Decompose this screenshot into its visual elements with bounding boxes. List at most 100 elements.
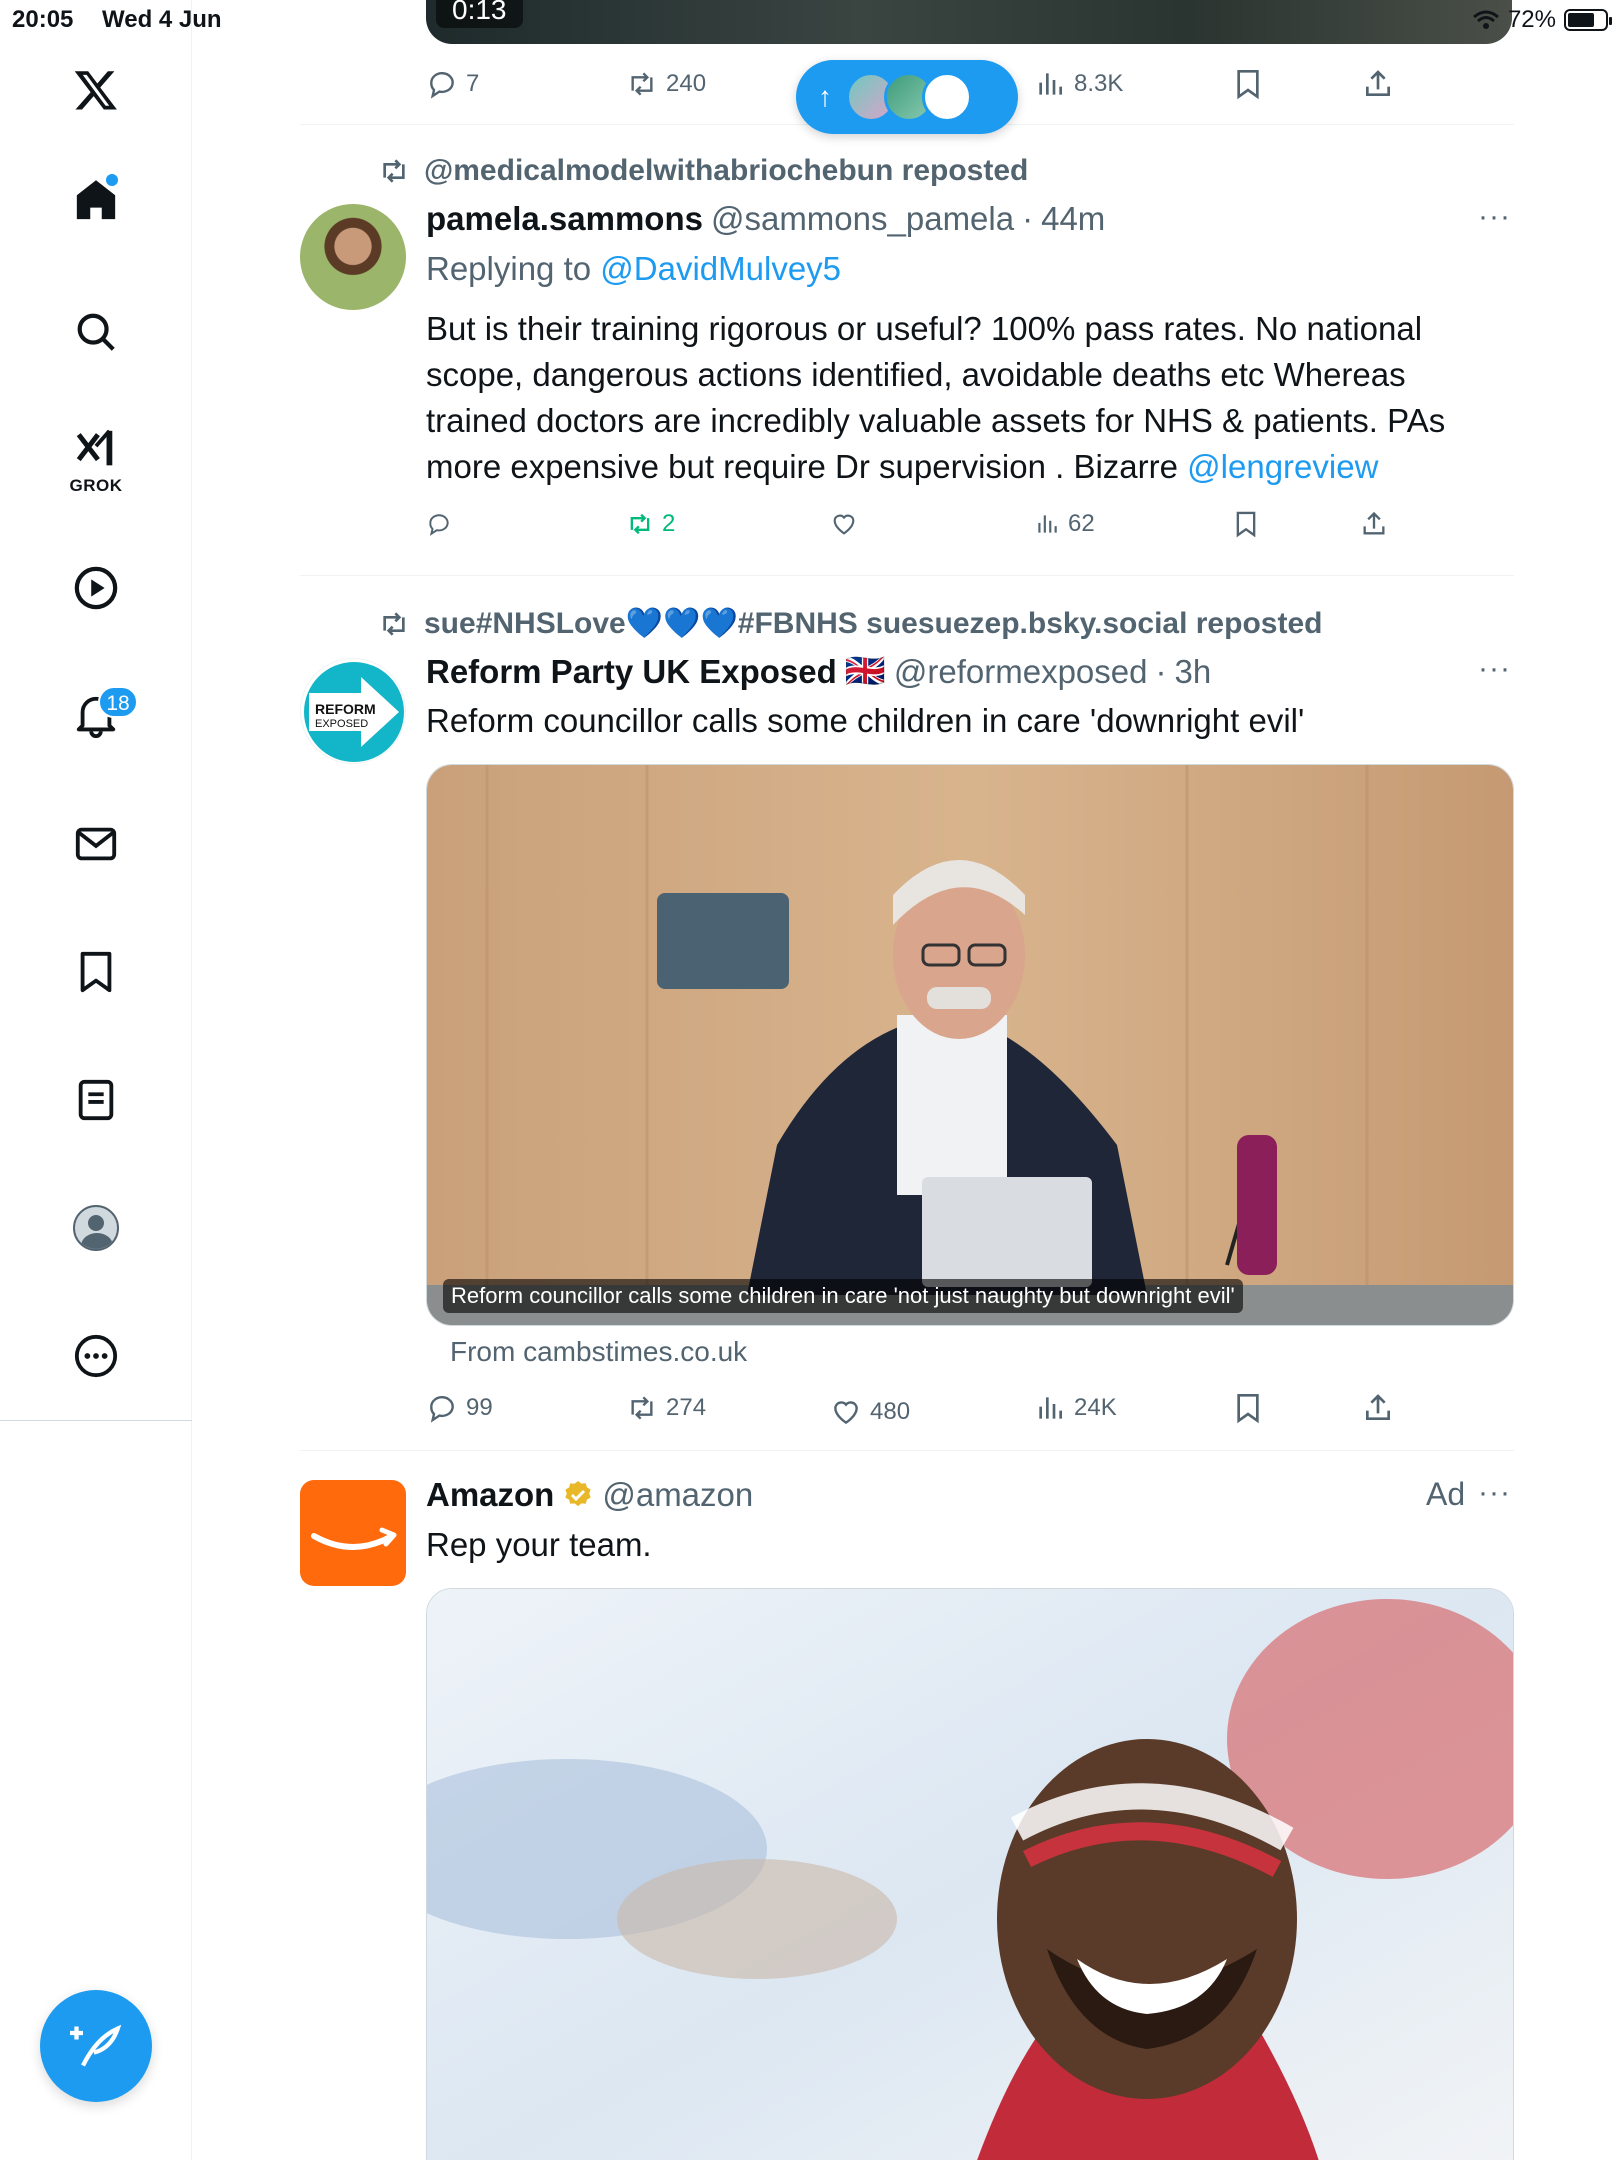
svg-text:EXPOSED: EXPOSED bbox=[315, 718, 368, 730]
compose-feather-icon bbox=[70, 2024, 122, 2067]
reply-count: 7 bbox=[466, 70, 480, 97]
new-posts-pill[interactable]: ↑ bbox=[796, 60, 1018, 134]
councillor-video-thumbnail bbox=[427, 765, 1513, 1325]
like-button[interactable] bbox=[830, 502, 866, 546]
dot-separator: · bbox=[1022, 200, 1034, 237]
verified-gold-badge-icon bbox=[565, 1481, 592, 1507]
views-button[interactable]: 24K bbox=[1034, 1386, 1117, 1430]
repost-count: 274 bbox=[666, 1394, 707, 1421]
arrow-up-icon: ↑ bbox=[818, 81, 832, 112]
more-options-icon[interactable]: ··· bbox=[1478, 200, 1514, 234]
author-name[interactable]: Reform Party UK Exposed bbox=[426, 653, 837, 691]
bookmark-icon bbox=[1237, 1394, 1259, 1424]
bookmark-icon bbox=[1236, 511, 1256, 538]
bookmark-button[interactable] bbox=[1232, 502, 1260, 546]
share-button[interactable] bbox=[1360, 502, 1388, 546]
more-options-icon[interactable]: ··· bbox=[1478, 1476, 1514, 1510]
grok-label: GROK bbox=[69, 476, 123, 495]
grok-icon bbox=[76, 429, 113, 466]
author-name[interactable]: pamela.sammons bbox=[426, 200, 703, 238]
card-source[interactable]: From cambstimes.co.uk bbox=[450, 1336, 747, 1368]
reply-button[interactable]: 7 bbox=[426, 62, 479, 106]
views-button[interactable]: 62 bbox=[1034, 502, 1095, 546]
sidebar-item-more[interactable] bbox=[56, 1316, 136, 1396]
sidebar: GROK 18 bbox=[0, 0, 192, 2160]
heart-icon bbox=[834, 1401, 858, 1425]
post-mention[interactable]: @lengreview bbox=[1187, 448, 1378, 485]
post-text: But is their training rigorous or useful… bbox=[426, 306, 1496, 490]
sidebar-item-search[interactable] bbox=[56, 292, 136, 372]
share-button[interactable] bbox=[1362, 1386, 1394, 1430]
home-unread-dot bbox=[106, 174, 118, 186]
profile-icon bbox=[73, 1205, 119, 1251]
avatar[interactable]: REFORM EXPOSED bbox=[300, 658, 406, 764]
reply-icon bbox=[430, 1396, 454, 1423]
post-media-card[interactable]: Reform councillor calls some children in… bbox=[426, 764, 1514, 1326]
reply-button[interactable]: 99 bbox=[426, 1386, 493, 1430]
sidebar-item-home[interactable] bbox=[56, 160, 136, 240]
bookmark-button[interactable] bbox=[1232, 62, 1264, 106]
post-actions: 99 274 480 24K bbox=[426, 1386, 1486, 1430]
sidebar-divider bbox=[0, 1420, 192, 1421]
reply-count: 99 bbox=[466, 1394, 493, 1421]
repost-count: 2 bbox=[662, 510, 676, 537]
author-name[interactable]: Amazon bbox=[426, 1476, 554, 1514]
ad-media[interactable] bbox=[426, 1588, 1514, 2160]
post-time[interactable]: 3h bbox=[1174, 653, 1211, 691]
battery-percent: 72% bbox=[1507, 6, 1556, 33]
post-header: pamela.sammons @sammons_pamela · 44m bbox=[426, 200, 1105, 238]
post-divider bbox=[300, 1450, 1514, 1451]
x-logo-icon[interactable] bbox=[56, 50, 136, 130]
repost-icon bbox=[383, 159, 405, 183]
replying-mention[interactable]: @DavidMulvey5 bbox=[600, 250, 841, 287]
amazon-logo-icon bbox=[311, 1527, 397, 1550]
repost-button[interactable]: 240 bbox=[626, 62, 706, 106]
sidebar-item-lists[interactable] bbox=[56, 1060, 136, 1140]
status-right: 72% bbox=[1472, 6, 1612, 34]
like-button[interactable]: 480 bbox=[830, 1390, 910, 1434]
sidebar-item-bookmarks[interactable] bbox=[56, 932, 136, 1012]
views-button[interactable]: 8.3K bbox=[1034, 62, 1123, 106]
repost-context[interactable]: sue#NHSLove💙💙💙#FBNHS suesuezep.bsky.soci… bbox=[378, 606, 1322, 641]
status-bar: 20:05 Wed 4 Jun 72% bbox=[0, 0, 1620, 40]
views-count: 8.3K bbox=[1074, 70, 1124, 97]
more-options-icon[interactable]: ··· bbox=[1478, 652, 1514, 686]
replying-prefix: Replying to bbox=[426, 250, 592, 287]
post-divider bbox=[300, 575, 1514, 576]
sidebar-item-video[interactable] bbox=[56, 548, 136, 628]
envelope-icon bbox=[75, 827, 117, 861]
battery-icon bbox=[1564, 9, 1612, 31]
post-text: Reform councillor calls some children in… bbox=[426, 702, 1305, 739]
avatar[interactable] bbox=[300, 1480, 406, 1586]
post-time[interactable]: 44m bbox=[1041, 200, 1105, 238]
post-actions: 2 62 bbox=[426, 502, 1486, 546]
heart-icon bbox=[833, 514, 855, 535]
compose-button[interactable] bbox=[40, 1990, 152, 2102]
sidebar-item-messages[interactable] bbox=[56, 804, 136, 884]
repost-icon bbox=[630, 513, 650, 535]
share-button[interactable] bbox=[1362, 62, 1394, 106]
repost-button[interactable]: 274 bbox=[626, 1386, 706, 1430]
play-icon bbox=[74, 566, 118, 610]
new-post-avatar bbox=[922, 72, 972, 122]
avatar[interactable] bbox=[300, 204, 406, 310]
repost-context[interactable]: @medicalmodelwithabriochebun reposted bbox=[378, 154, 1028, 188]
more-circle-icon bbox=[74, 1334, 118, 1378]
wifi-icon bbox=[1472, 10, 1499, 29]
repost-button[interactable]: 2 bbox=[626, 502, 675, 546]
reposted-by: @medicalmodelwithabriochebun reposted bbox=[424, 154, 1029, 187]
bookmark-icon bbox=[80, 951, 112, 993]
repost-icon bbox=[631, 72, 653, 96]
author-handle[interactable]: @sammons_pamela bbox=[711, 200, 1014, 238]
post-header: Reform Party UK Exposed 🇬🇧 @reformexpose… bbox=[426, 652, 1211, 691]
reply-button[interactable] bbox=[426, 502, 460, 546]
bookmark-button[interactable] bbox=[1232, 1386, 1264, 1430]
author-handle[interactable]: @amazon bbox=[602, 1476, 753, 1514]
notification-badge: 18 bbox=[98, 686, 138, 718]
ad-label: Ad bbox=[1426, 1476, 1466, 1512]
author-handle[interactable]: @reformexposed bbox=[894, 653, 1148, 691]
new-posts-avatars bbox=[846, 72, 972, 122]
views-icon bbox=[1039, 73, 1062, 95]
sidebar-item-profile[interactable] bbox=[56, 1188, 136, 1268]
views-icon bbox=[1039, 1397, 1062, 1419]
